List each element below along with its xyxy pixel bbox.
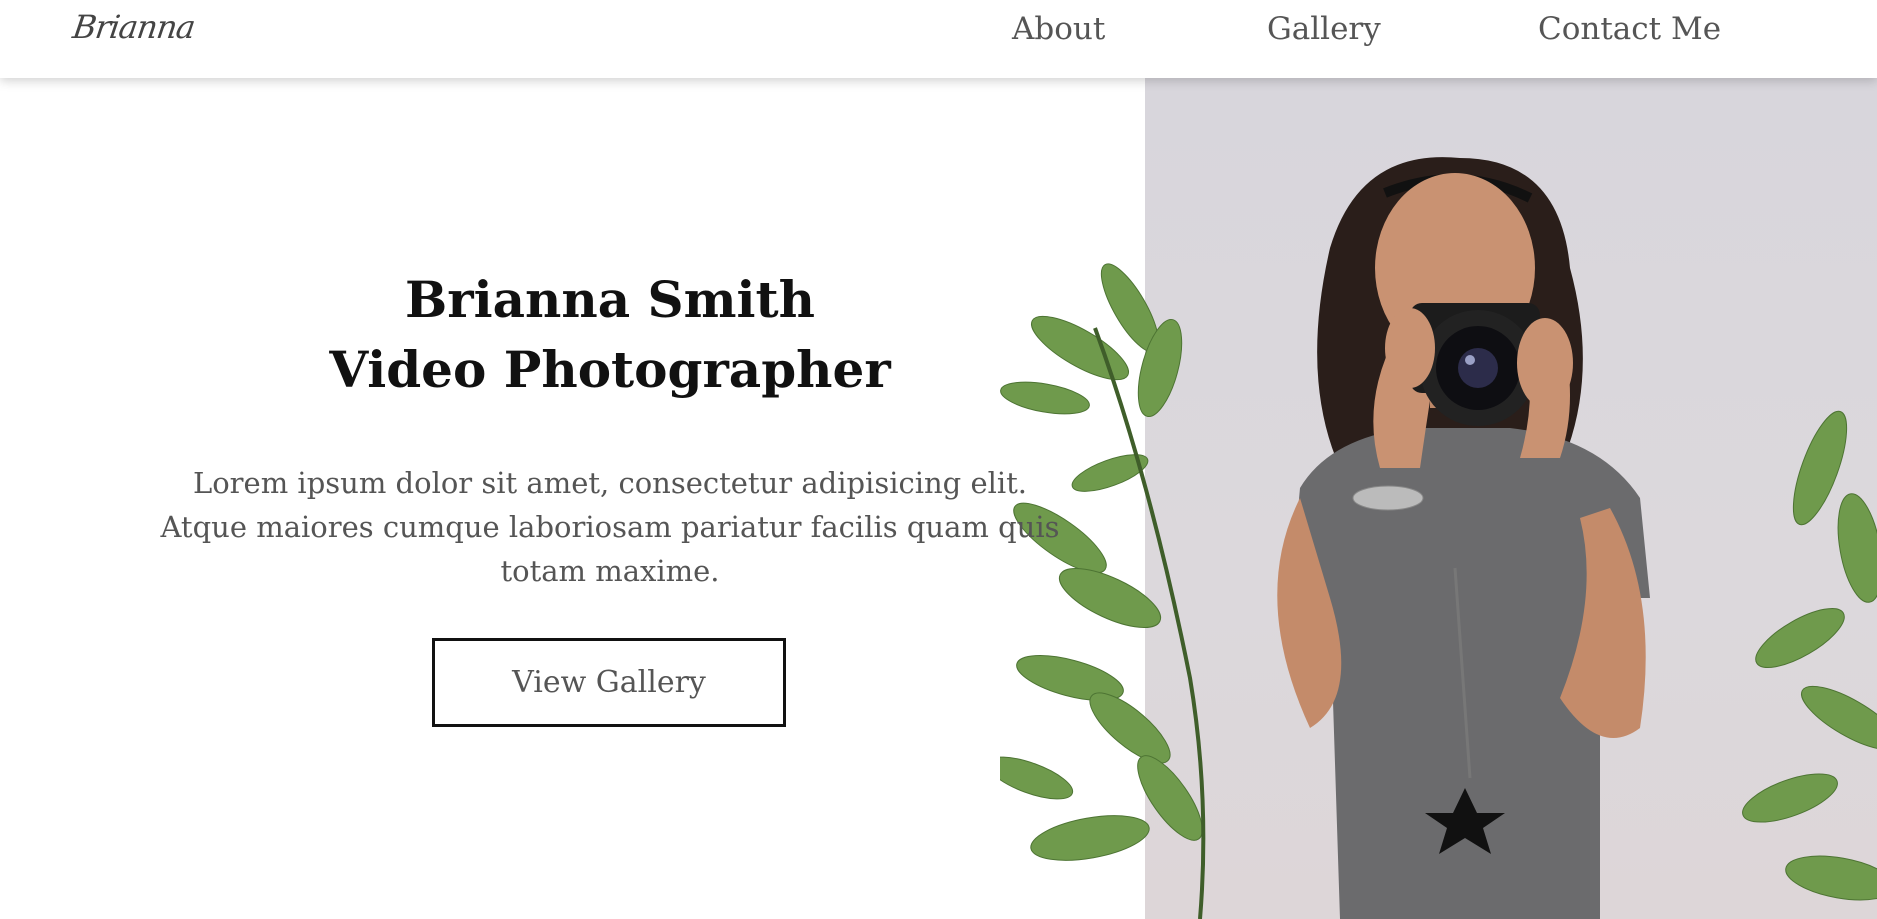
nav-link-about[interactable]: About — [1012, 11, 1105, 47]
view-gallery-button[interactable]: View Gallery — [432, 638, 786, 727]
hero-content: Brianna Smith Video Photographer Lorem i… — [160, 265, 1060, 593]
hero-title-role: Video Photographer — [329, 340, 891, 399]
landing-page: Brianna About Gallery Contact Me Brianna… — [0, 0, 1877, 919]
hero-title-name: Brianna Smith — [405, 270, 815, 329]
hero-title: Brianna Smith Video Photographer — [160, 265, 1060, 405]
hero-description: Lorem ipsum dolor sit amet, consectetur … — [160, 466, 1060, 588]
brand-logo[interactable]: Brianna — [70, 8, 197, 46]
nav-link-contact[interactable]: Contact Me — [1538, 11, 1721, 47]
nav-link-gallery[interactable]: Gallery — [1267, 11, 1381, 47]
site-header: Brianna About Gallery Contact Me — [0, 0, 1877, 78]
hero-photo-photographer — [1000, 157, 1877, 919]
